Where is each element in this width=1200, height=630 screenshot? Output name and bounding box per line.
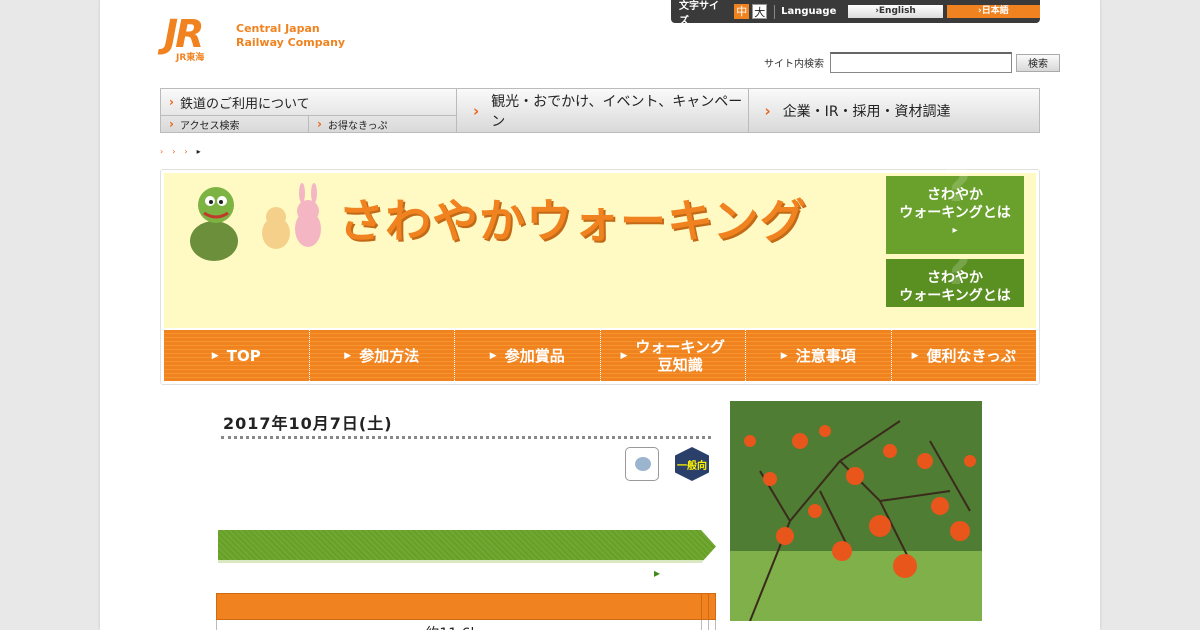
english-button[interactable]: ›English	[848, 5, 943, 18]
rail-usage-subnav: › アクセス検索 › お得なきっぷ	[161, 116, 456, 132]
language-label: Language	[781, 6, 837, 17]
company-name-line1: Central Japan	[236, 22, 320, 35]
nav-corporate[interactable]: › 企業・IR・採用・資材調達	[749, 89, 1040, 132]
about-walking-button-2[interactable]: ? さわやか ウォーキングとは	[886, 259, 1024, 307]
general-level-label: 一般向	[677, 460, 707, 472]
event-date: 2017年10月7日(土)	[223, 414, 393, 433]
walking-nav-cautions-label: 注意事項	[795, 346, 856, 365]
persimmon-photo	[730, 401, 982, 621]
jr-central-logo[interactable]: JR JR東海 Central Japan Railway Company	[164, 15, 345, 63]
walking-nav-how-to-join[interactable]: ▶ 参加方法	[309, 330, 455, 381]
font-size-medium-button[interactable]: 中	[734, 4, 750, 19]
rail-usage-group: › 鉄道のご利用について › アクセス検索 › お得なきっぷ	[161, 89, 457, 132]
nav-access-search-label: アクセス検索	[179, 120, 240, 132]
walking-nav-top-label: TOP	[226, 346, 261, 365]
japanese-label: 日本語	[981, 6, 1009, 16]
nav-rail-usage[interactable]: › 鉄道のご利用について	[161, 89, 456, 117]
font-size-large-button[interactable]: 大	[752, 4, 768, 19]
breadcrumb-current: ▸	[196, 147, 201, 156]
chevron-right-icon: ›	[473, 101, 480, 120]
walking-banner: さわやかウォーキング ? さわやか ウォーキングとは ▸ ? さわやか ウォーキ…	[160, 158, 1040, 385]
walking-nav-prizes[interactable]: ▶ 参加賞品	[455, 330, 601, 381]
triangle-right-icon: ▸	[654, 566, 661, 580]
site-search: サイト内検索 検索	[764, 52, 1060, 73]
course-heading	[218, 530, 716, 563]
walking-nav-tickets[interactable]: ▶ 便利なきっぷ	[891, 330, 1036, 381]
table-header	[707, 593, 717, 620]
triangle-right-icon: ▶	[620, 350, 628, 361]
event-info-table: 約11.6km	[216, 593, 717, 630]
search-input[interactable]	[830, 52, 1012, 73]
search-button[interactable]: 検索	[1016, 53, 1060, 72]
question-mark-icon: ?	[944, 259, 971, 295]
nav-access-search[interactable]: › アクセス検索	[161, 116, 309, 132]
walking-nav-tips-label: ウォーキング 豆知識	[635, 338, 725, 374]
triangle-down-icon: ▸	[952, 225, 958, 236]
table-header-row	[216, 593, 717, 620]
course-detail-link[interactable]: ▸	[654, 566, 660, 580]
japanese-button[interactable]: ›日本語	[946, 5, 1040, 18]
table-row: 約11.6km	[216, 619, 717, 630]
nav-corporate-label: 企業・IR・採用・資材調達	[782, 103, 951, 120]
table-cell	[707, 619, 717, 630]
walking-nav-tickets-label: 便利なきっぷ	[926, 346, 1016, 365]
walking-nav-tips-line1: ウォーキング	[635, 337, 725, 356]
company-name-line2: Railway Company	[236, 36, 346, 49]
table-header	[216, 593, 702, 620]
breadcrumb-item[interactable]: ›	[160, 147, 163, 156]
nav-tourism-label: 観光・おでかけ、イベント、キャンペーン	[491, 93, 743, 130]
walking-nav-top[interactable]: ▶ TOP	[164, 330, 310, 381]
global-nav: › 鉄道のご利用について › アクセス検索 › お得なきっぷ › 観光・おでかけ、イベン…	[160, 88, 1040, 133]
walking-type-icon	[625, 447, 659, 481]
company-name: Central Japan Railway Company	[236, 22, 345, 50]
triangle-right-icon: ▶	[489, 350, 497, 361]
walking-nav-tips-line2: 豆知識	[657, 355, 703, 374]
table-cell-distance: 約11.6km	[216, 619, 702, 630]
banner-header: さわやかウォーキング ? さわやか ウォーキングとは ▸ ? さわやか ウォーキ…	[164, 158, 1036, 328]
walking-nav-how-to-join-label: 参加方法	[359, 346, 420, 365]
nav-rail-usage-label: 鉄道のご利用について	[179, 96, 310, 112]
nav-deals-label: お得なきっぷ	[327, 120, 388, 132]
search-label: サイト内検索	[764, 59, 824, 70]
walking-nav-tips[interactable]: ▶ ウォーキング 豆知識	[600, 330, 746, 381]
breadcrumb-item[interactable]: ›	[172, 147, 175, 156]
utility-bar: 文字サイズ 中 大 Language ›English ›日本語	[671, 0, 1040, 27]
triangle-right-icon: ▶	[211, 350, 219, 361]
chevron-right-icon: ›	[169, 117, 174, 132]
mascot-characters-icon	[190, 183, 321, 261]
breadcrumb: › › › ▸	[160, 147, 201, 156]
walking-nav-prizes-label: 参加賞品	[504, 346, 565, 365]
divider	[774, 4, 776, 19]
chevron-right-icon: ›	[169, 95, 174, 110]
jr-logo-mark: JR JR東海	[164, 15, 228, 63]
page: JR JR東海 Central Japan Railway Company 文字…	[100, 0, 1100, 630]
triangle-right-icon: ▶	[780, 350, 788, 361]
triangle-right-icon: ▶	[911, 350, 919, 361]
table-header	[700, 593, 709, 620]
triangle-right-icon: ▶	[344, 350, 352, 361]
walking-nav: ▶ TOP ▶ 参加方法 ▶ 参加賞品 ▶ ウォーキング 豆知識 ▶ 注意事項 ▶ 便利なきっ…	[164, 328, 1036, 381]
font-size-label: 文字サイズ	[679, 0, 719, 27]
chevron-right-icon: ›	[317, 117, 322, 132]
banner-title: さわやかウォーキング	[338, 194, 807, 248]
walking-nav-cautions[interactable]: ▶ 注意事項	[746, 330, 892, 381]
general-level-icon: 一般向	[675, 447, 709, 481]
table-cell	[700, 619, 709, 630]
breadcrumb-item[interactable]: ›	[184, 147, 187, 156]
question-mark-icon: ?	[944, 158, 971, 212]
nav-deals[interactable]: › お得なきっぷ	[309, 116, 456, 132]
english-label: English	[878, 6, 916, 16]
nav-tourism[interactable]: › 観光・おでかけ、イベント、キャンペーン	[457, 89, 749, 132]
logo-sub-text: JR東海	[176, 53, 205, 63]
about-walking-button[interactable]: ? さわやか ウォーキングとは ▸	[886, 158, 1024, 254]
chevron-right-icon: ›	[764, 101, 771, 120]
dotted-divider	[221, 436, 711, 439]
